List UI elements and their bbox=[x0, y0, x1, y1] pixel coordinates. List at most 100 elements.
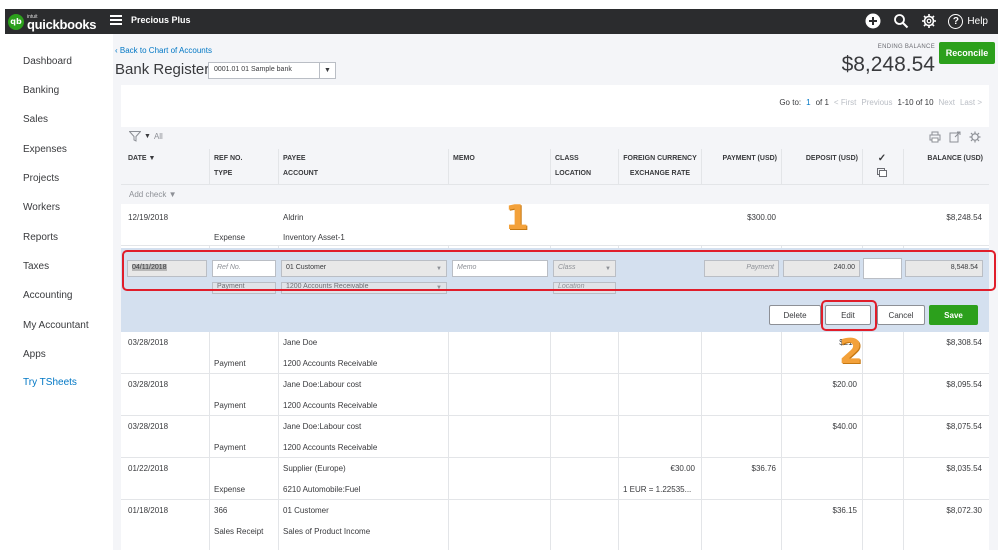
row-date: 03/28/2018 bbox=[128, 338, 169, 347]
annotation-number-1: 1 bbox=[505, 198, 529, 238]
column-class: CLASS bbox=[555, 155, 579, 162]
plus-icon[interactable] bbox=[864, 12, 882, 30]
column-account: ACCOUNT bbox=[283, 170, 318, 177]
row-type: Payment bbox=[214, 401, 246, 410]
column-foreign-currency: FOREIGN CURRENCY bbox=[623, 155, 697, 162]
sidebar-item-projects[interactable]: Projects bbox=[23, 173, 59, 184]
account-select[interactable]: 0001.01 01 Sample bank ▼ bbox=[208, 62, 336, 79]
logo-text: quickbooks bbox=[27, 17, 97, 32]
column-cleared-check: ✓ bbox=[877, 153, 887, 164]
ending-balance-value: $8,248.54 bbox=[841, 53, 935, 76]
row-balance: $8,075.54 bbox=[946, 422, 982, 431]
row-account: 6210 Automobile:Fuel bbox=[283, 485, 361, 494]
sidebar-item-workers[interactable]: Workers bbox=[23, 202, 60, 213]
page-title: Bank Register bbox=[115, 61, 210, 78]
last-page-link[interactable]: Last > bbox=[960, 98, 982, 107]
sidebar-item-sales[interactable]: Sales bbox=[23, 114, 48, 125]
row-payee: Supplier (Europe) bbox=[283, 464, 346, 473]
print-icon[interactable] bbox=[929, 131, 941, 146]
filter-icon bbox=[129, 131, 141, 142]
row-account: Sales of Product Income bbox=[283, 527, 371, 536]
row-date: 03/28/2018 bbox=[128, 422, 169, 431]
columns-icon[interactable] bbox=[877, 168, 887, 183]
row-account: Inventory Asset-1 bbox=[283, 233, 345, 242]
reconcile-button[interactable]: Reconcile bbox=[939, 42, 995, 64]
row-type: Expense bbox=[214, 485, 246, 494]
column-location: LOCATION bbox=[555, 170, 592, 177]
back-link[interactable]: ‹ Back to Chart of Accounts bbox=[115, 46, 212, 55]
row-account: 1200 Accounts Receivable bbox=[283, 443, 378, 452]
table-row[interactable]: 12/19/2018 Expense Aldrin Inventory Asse… bbox=[121, 204, 989, 246]
account-select-value: 0001.01 01 Sample bank bbox=[214, 66, 292, 73]
row-deposit: $20.00 bbox=[832, 380, 857, 389]
column-date[interactable]: DATE ▼ bbox=[128, 151, 155, 166]
sidebar-item-accounting[interactable]: Accounting bbox=[23, 290, 72, 301]
quickbooks-logo[interactable]: qb intuit quickbooks bbox=[8, 13, 97, 32]
row-account: 1200 Accounts Receivable bbox=[283, 401, 378, 410]
row-payee: Jane Doe bbox=[283, 338, 318, 347]
page-range: 1-10 of 10 bbox=[897, 98, 934, 107]
table-header: DATE ▼ REF NO. TYPE PAYEE ACCOUNT MEMO C… bbox=[121, 149, 989, 185]
annotation-highlight-row bbox=[122, 250, 996, 291]
delete-button[interactable]: Delete bbox=[769, 305, 821, 325]
table-row[interactable]: 01/18/2018 366 Sales Receipt 01 Customer… bbox=[121, 500, 989, 542]
pager: Go to: 1 of 1 < First Previous 1-10 of 1… bbox=[779, 98, 982, 107]
help-icon[interactable]: ? bbox=[948, 13, 964, 29]
column-memo: MEMO bbox=[453, 155, 475, 162]
row-balance: $8,308.54 bbox=[946, 338, 982, 347]
sidebar-nav: Dashboard Banking Sales Expenses Project… bbox=[5, 34, 113, 550]
page-of-label: of 1 bbox=[815, 98, 829, 107]
ending-balance-label: ENDING BALANCE bbox=[877, 44, 935, 50]
sidebar-item-expenses[interactable]: Expenses bbox=[23, 144, 67, 155]
menu-icon[interactable] bbox=[110, 15, 122, 25]
table-row[interactable]: 01/22/2018 Expense Supplier (Europe) 621… bbox=[121, 458, 989, 500]
row-payee: Aldrin bbox=[283, 213, 304, 222]
export-icon[interactable] bbox=[949, 131, 961, 146]
row-ref-no: 366 bbox=[214, 506, 228, 515]
column-payment: PAYMENT (USD) bbox=[722, 155, 777, 162]
settings-gear-icon[interactable] bbox=[969, 131, 981, 146]
chevron-down-icon[interactable]: ▼ bbox=[319, 63, 335, 78]
table-toolbar: ▼ All bbox=[121, 127, 989, 149]
table-row[interactable]: 03/28/2018 Payment Jane Doe:Labour cost … bbox=[121, 374, 989, 416]
sidebar-item-banking[interactable]: Banking bbox=[23, 85, 59, 96]
goto-label: Go to: bbox=[779, 98, 802, 107]
help-label[interactable]: Help bbox=[967, 16, 988, 27]
add-check-label[interactable]: Add check ▼ bbox=[129, 190, 177, 199]
row-type: Payment bbox=[214, 443, 246, 452]
row-balance: $8,248.54 bbox=[946, 213, 982, 222]
main-content: ‹ Back to Chart of Accounts Bank Registe… bbox=[113, 34, 998, 550]
qb-logo-icon: qb bbox=[8, 13, 24, 30]
row-balance: $8,095.54 bbox=[946, 380, 982, 389]
save-button[interactable]: Save bbox=[929, 305, 978, 325]
column-exchange-rate: EXCHANGE RATE bbox=[629, 170, 691, 177]
back-link-label[interactable]: Back to Chart of Accounts bbox=[120, 46, 212, 55]
sidebar-item-my-accountant[interactable]: My Accountant bbox=[23, 320, 89, 331]
row-foreign-currency: €30.00 bbox=[670, 464, 695, 473]
sidebar-item-try-tsheets[interactable]: Try TSheets bbox=[23, 377, 77, 388]
next-page-link[interactable]: Next bbox=[939, 98, 955, 107]
filter-dropdown[interactable]: ▼ All bbox=[129, 131, 163, 142]
row-balance: $8,035.54 bbox=[946, 464, 982, 473]
column-deposit: DEPOSIT (USD) bbox=[805, 155, 858, 162]
sidebar-item-taxes[interactable]: Taxes bbox=[23, 261, 49, 272]
sidebar-item-apps[interactable]: Apps bbox=[23, 349, 46, 360]
gear-icon[interactable] bbox=[920, 12, 938, 30]
row-balance: $8,072.30 bbox=[946, 506, 982, 515]
column-type: TYPE bbox=[214, 170, 233, 177]
column-balance: BALANCE (USD) bbox=[927, 155, 983, 162]
previous-page-link[interactable]: Previous bbox=[861, 98, 892, 107]
row-date: 01/18/2018 bbox=[128, 506, 169, 515]
row-payee: 01 Customer bbox=[283, 506, 329, 515]
sidebar-item-reports[interactable]: Reports bbox=[23, 232, 58, 243]
page-number-input[interactable]: 1 bbox=[806, 98, 810, 107]
chevron-down-icon: ▼ bbox=[144, 133, 151, 140]
first-page-link[interactable]: < First bbox=[834, 98, 856, 107]
sidebar-item-dashboard[interactable]: Dashboard bbox=[23, 56, 72, 67]
table-row[interactable]: 03/28/2018 Payment Jane Doe:Labour cost … bbox=[121, 416, 989, 458]
add-check-dropdown[interactable]: Add check ▼ bbox=[121, 185, 989, 204]
cancel-button[interactable]: Cancel bbox=[877, 305, 925, 325]
search-icon[interactable] bbox=[892, 12, 910, 30]
row-type: Sales Receipt bbox=[214, 527, 264, 536]
row-date: 03/28/2018 bbox=[128, 380, 169, 389]
